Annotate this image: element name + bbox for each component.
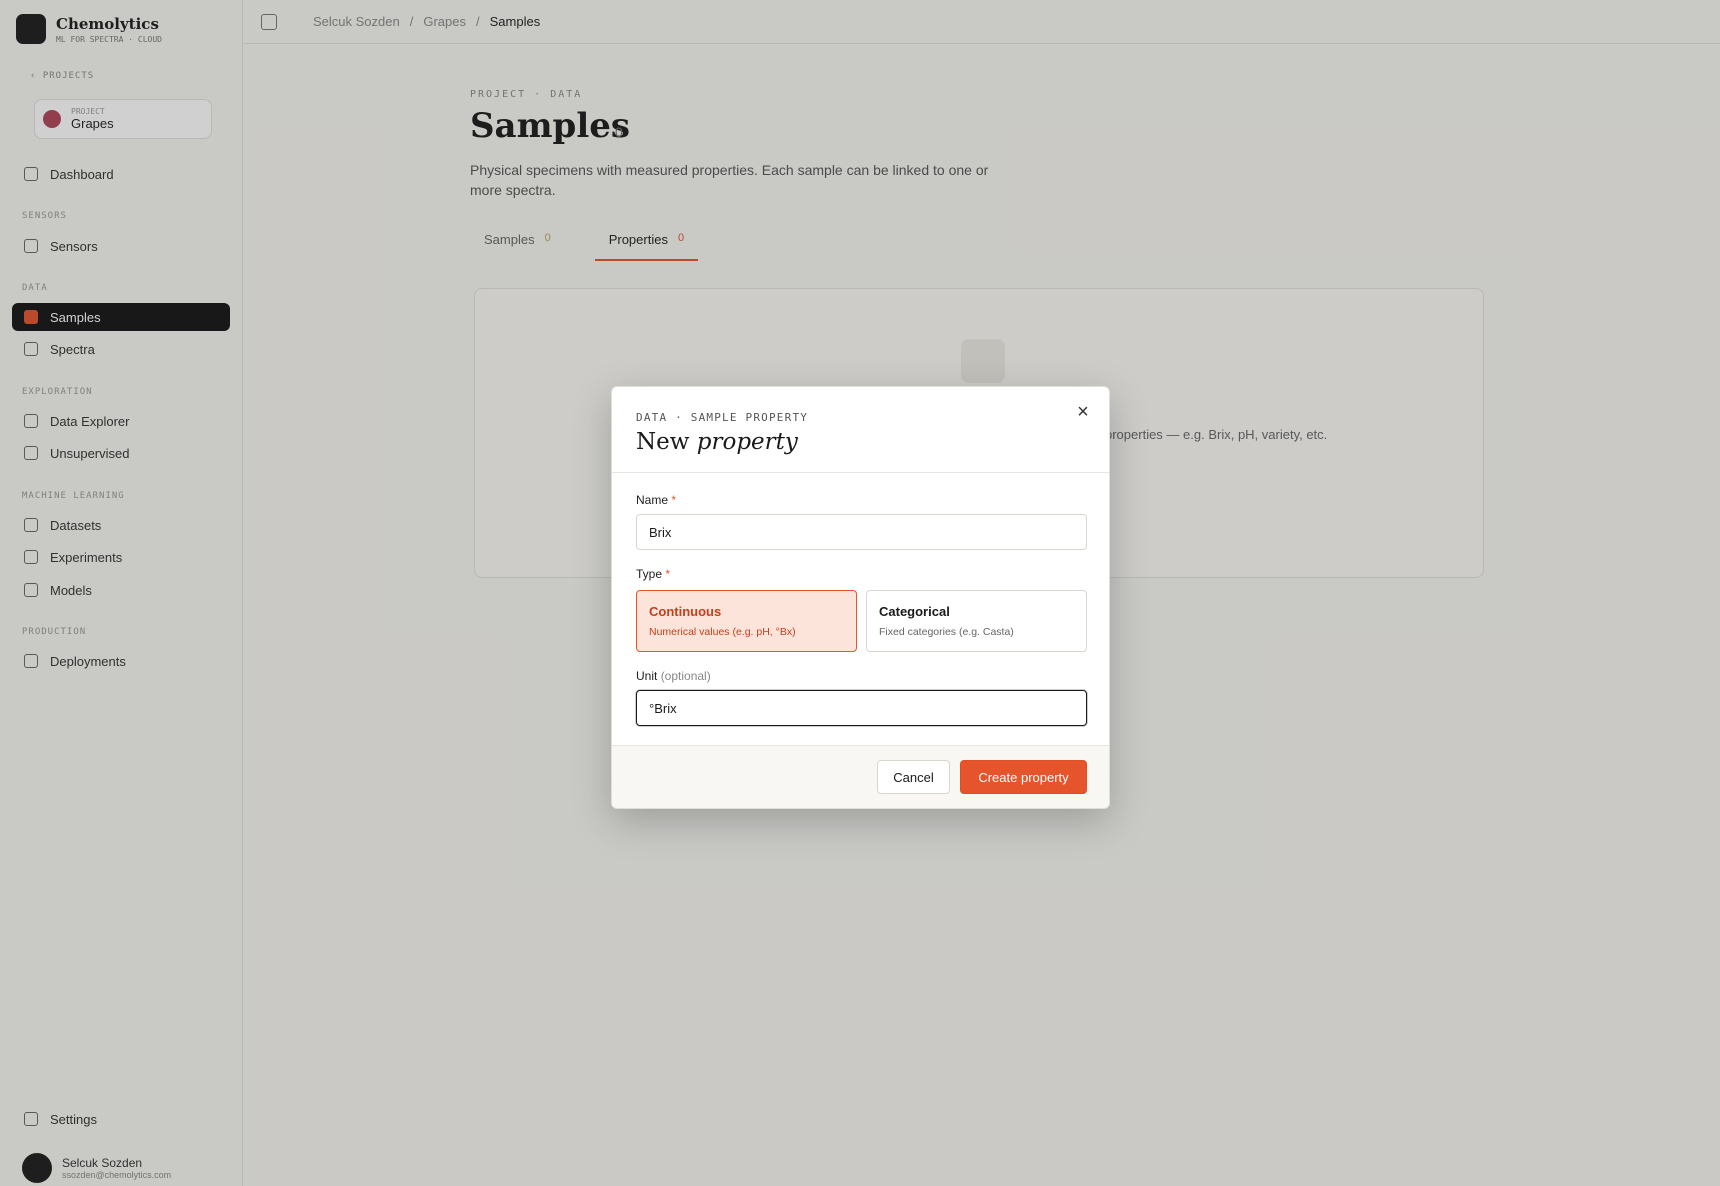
type-option-description: Numerical values (e.g. pH, °Bx) bbox=[649, 626, 796, 638]
name-label: Name * bbox=[636, 493, 677, 507]
cancel-button[interactable]: Cancel bbox=[877, 760, 950, 794]
type-option-title: Categorical bbox=[879, 604, 950, 619]
close-icon[interactable]: × bbox=[1071, 401, 1095, 425]
unit-input[interactable] bbox=[636, 690, 1087, 726]
dialog-title-plain: New bbox=[636, 429, 690, 455]
dialog-header: DATA · SAMPLE PROPERTY New property × bbox=[612, 387, 1109, 473]
dialog-title-italic: property bbox=[696, 429, 798, 455]
type-label: Type * bbox=[636, 567, 671, 581]
dialog-title: New property bbox=[636, 429, 1109, 455]
type-option-categorical[interactable]: Categorical Fixed categories (e.g. Casta… bbox=[866, 590, 1087, 652]
required-mark: * bbox=[671, 493, 677, 507]
type-option-title: Continuous bbox=[649, 604, 722, 619]
dialog-footer: Cancel Create property bbox=[612, 745, 1109, 808]
unit-label: Unit (optional) bbox=[636, 669, 711, 683]
required-mark: * bbox=[665, 567, 671, 581]
new-property-dialog: DATA · SAMPLE PROPERTY New property × Na… bbox=[611, 386, 1110, 809]
type-option-description: Fixed categories (e.g. Casta) bbox=[879, 626, 1014, 638]
dialog-eyebrow: DATA · SAMPLE PROPERTY bbox=[636, 411, 809, 424]
name-input[interactable] bbox=[636, 514, 1087, 550]
optional-hint: (optional) bbox=[660, 669, 711, 683]
create-property-button[interactable]: Create property bbox=[960, 760, 1087, 794]
type-option-continuous[interactable]: Continuous Numerical values (e.g. pH, °B… bbox=[636, 590, 857, 652]
